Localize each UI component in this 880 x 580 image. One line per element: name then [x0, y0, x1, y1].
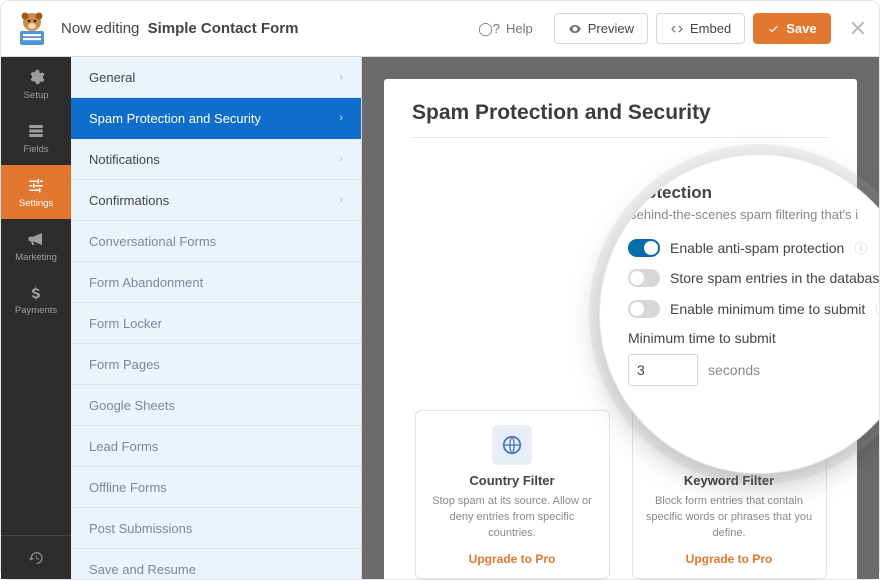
fields-icon: [27, 122, 45, 140]
nav-settings[interactable]: Settings: [1, 165, 71, 219]
nav-setup[interactable]: Setup: [1, 57, 71, 111]
save-button[interactable]: Save: [753, 13, 830, 44]
form-title-area: Now editing Simple Contact Form: [61, 20, 298, 37]
sidebar-item-locker[interactable]: Form Locker›: [71, 303, 361, 344]
chevron-down-icon: [811, 391, 825, 405]
close-button[interactable]: ✕: [849, 16, 867, 42]
panel-title: Spam Protection and Security: [412, 101, 829, 125]
eye-icon: [568, 22, 582, 36]
dollar-icon: [28, 285, 44, 301]
nav-fields-label: Fields: [23, 144, 48, 155]
sidebar-item-pages[interactable]: Form Pages›: [71, 344, 361, 385]
intro-fragment: ur visitors.: [750, 195, 809, 210]
sidebar-item-spam[interactable]: Spam Protection and Security›: [71, 98, 361, 139]
chevron-right-icon: ›: [339, 112, 343, 124]
globe-block-icon: [492, 425, 532, 465]
embed-button[interactable]: Embed: [656, 13, 745, 44]
country-filter-desc: Stop spam at its source. Allow or deny e…: [428, 494, 597, 542]
sidebar-item-notifications[interactable]: Notifications›: [71, 139, 361, 180]
block-icon: [709, 425, 749, 465]
help-icon: ◯?: [478, 21, 500, 37]
country-filter-title: Country Filter: [428, 473, 597, 488]
sidebar-item-general[interactable]: General›: [71, 57, 361, 98]
now-editing-prefix: Now editing: [61, 20, 139, 37]
chevron-right-icon: ›: [339, 153, 343, 165]
sidebar-item-confirmations[interactable]: Confirmations›: [71, 180, 361, 221]
nav-settings-label: Settings: [19, 198, 53, 209]
megaphone-icon: [27, 230, 45, 248]
nav-marketing-label: Marketing: [15, 252, 57, 263]
nav-payments-label: Payments: [15, 305, 57, 316]
chevron-right-icon: ›: [339, 194, 343, 206]
embed-label: Embed: [690, 21, 731, 36]
sidebar-item-abandonment[interactable]: Form Abandonment›: [71, 262, 361, 303]
history-icon: [28, 550, 44, 566]
code-icon: [670, 22, 684, 36]
nav-history[interactable]: [1, 535, 71, 579]
filter-cards: Country Filter Stop spam at its source. …: [412, 410, 829, 579]
sidebar-item-postsub[interactable]: Post Submissions›: [71, 508, 361, 549]
preview-button[interactable]: Preview: [554, 13, 648, 44]
country-upgrade-link[interactable]: Upgrade to Pro: [428, 552, 597, 566]
keyword-upgrade-link[interactable]: Upgrade to Pro: [645, 552, 814, 566]
settings-panel: Spam Protection and Security ur visitors…: [384, 79, 857, 579]
help-label: Help: [506, 21, 533, 36]
card-country-filter: Country Filter Stop spam at its source. …: [415, 410, 610, 579]
sidebar-item-saveresume[interactable]: Save and Resume›: [71, 549, 361, 579]
content-area: Spam Protection and Security ur visitors…: [362, 57, 879, 579]
keyword-filter-title: Keyword Filter: [645, 473, 814, 488]
collapse-toggle[interactable]: [811, 391, 825, 408]
help-icon[interactable]: ⓘ: [875, 299, 879, 318]
chevron-right-icon: ›: [339, 71, 343, 83]
app-logo: [13, 10, 51, 48]
nav-fields[interactable]: Fields: [1, 111, 71, 165]
form-name[interactable]: Simple Contact Form: [148, 20, 299, 37]
left-nav: Setup Fields Settings Marketing Payments: [1, 57, 71, 579]
settings-sidebar: General› Spam Protection and Security› N…: [71, 57, 362, 579]
sidebar-item-sheets[interactable]: Google Sheets›: [71, 385, 361, 426]
card-keyword-filter: Keyword Filter Block form entries that c…: [632, 410, 827, 579]
sliders-icon: [27, 176, 45, 194]
preview-label: Preview: [588, 21, 634, 36]
nav-marketing[interactable]: Marketing: [1, 219, 71, 273]
keyword-filter-desc: Block form entries that contain specific…: [645, 494, 814, 542]
check-icon: [767, 22, 780, 35]
gear-icon: [27, 68, 45, 86]
nav-setup-label: Setup: [24, 90, 49, 101]
sidebar-item-conversational[interactable]: Conversational Forms›: [71, 221, 361, 262]
sidebar-item-offline[interactable]: Offline Forms›: [71, 467, 361, 508]
save-label: Save: [786, 21, 816, 36]
help-button[interactable]: ◯? Help: [465, 14, 546, 44]
top-bar: Now editing Simple Contact Form ◯? Help …: [1, 1, 879, 57]
sidebar-item-leadforms[interactable]: Lead Forms›: [71, 426, 361, 467]
nav-payments[interactable]: Payments: [1, 273, 71, 327]
